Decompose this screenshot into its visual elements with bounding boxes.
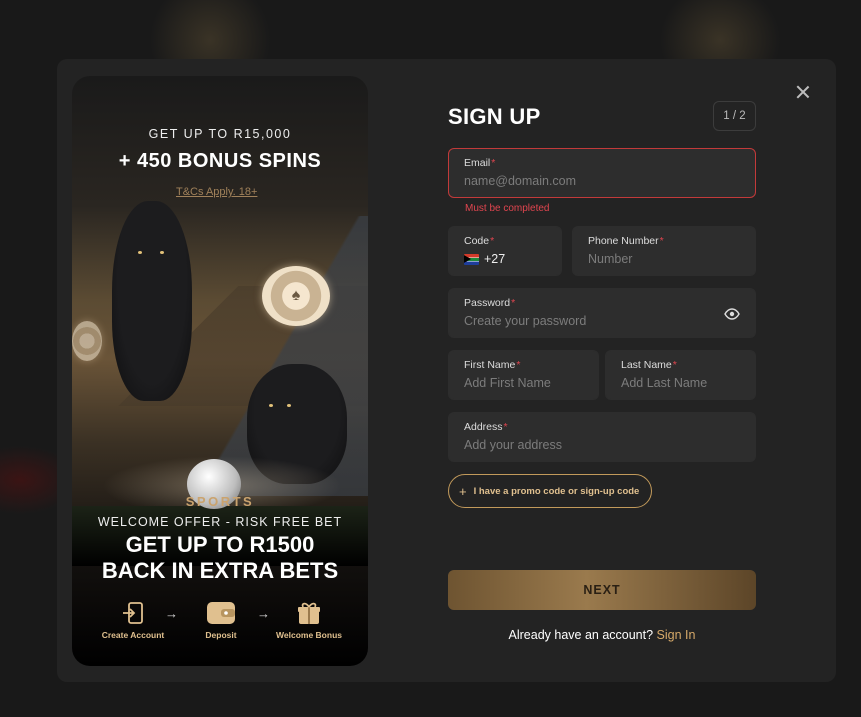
- country-code-value: +27: [484, 252, 506, 266]
- promo-main-offer: GET UP TO R1500 BACK IN EXTRA BETS: [72, 532, 368, 584]
- step-label: Create Account: [101, 630, 165, 640]
- code-label: Code: [464, 235, 490, 247]
- signup-modal: ♠ GET UP TO R15,000 + 450 BONUS SPINS T&…: [57, 59, 836, 682]
- password-input[interactable]: [464, 314, 704, 328]
- gift-icon: [298, 602, 320, 624]
- promo-banner: ♠ GET UP TO R15,000 + 450 BONUS SPINS T&…: [72, 76, 368, 666]
- step-indicator: 1 / 2: [713, 101, 756, 131]
- country-code-field[interactable]: Code* +27: [448, 226, 562, 276]
- step-label: Welcome Bonus: [276, 630, 342, 640]
- wallet-icon: [207, 602, 235, 624]
- password-field[interactable]: Password*: [448, 288, 756, 338]
- panther-image: [112, 201, 192, 401]
- email-input[interactable]: [464, 174, 740, 188]
- step-label: Deposit: [205, 630, 237, 640]
- step-deposit: Deposit: [176, 600, 266, 640]
- email-field[interactable]: Email*: [448, 148, 756, 198]
- password-label: Password: [464, 297, 511, 309]
- phone-field[interactable]: Phone Number*: [572, 226, 756, 276]
- next-button[interactable]: NEXT: [448, 570, 756, 610]
- step-welcome-bonus: Welcome Bonus: [264, 600, 354, 640]
- promo-offer-line: WELCOME OFFER - RISK FREE BET: [97, 515, 343, 529]
- promo-subheadline: GET UP TO R15,000: [148, 127, 292, 141]
- last-name-field[interactable]: Last Name*: [605, 350, 756, 400]
- promo-steps: Create Account → Deposit → Welcome Bonus: [72, 600, 368, 650]
- promo-headline: + 450 BONUS SPINS: [118, 150, 322, 172]
- phone-input[interactable]: [588, 252, 740, 266]
- address-field[interactable]: Address*: [448, 412, 756, 462]
- address-input[interactable]: [464, 438, 740, 452]
- email-error: Must be completed: [465, 203, 550, 214]
- show-password-icon[interactable]: [724, 307, 740, 325]
- phone-label: Phone Number: [588, 235, 659, 247]
- signin-link[interactable]: Sign In: [657, 628, 696, 642]
- promo-category: SPORTS: [185, 494, 255, 509]
- terms-link[interactable]: T&Cs Apply. 18+: [176, 186, 257, 198]
- page-title: SIGN UP: [448, 104, 541, 129]
- promo-main-line-2: BACK IN EXTRA BETS: [101, 558, 339, 583]
- casino-chip-icon: [72, 321, 102, 361]
- last-name-input[interactable]: [621, 376, 740, 390]
- plus-icon: +: [459, 483, 467, 499]
- signin-prompt: Already have an account? Sign In: [508, 628, 696, 642]
- first-name-input[interactable]: [464, 376, 583, 390]
- promo-code-label: I have a promo code or sign-up code: [473, 485, 640, 497]
- login-icon: [123, 602, 143, 624]
- promo-code-button[interactable]: + I have a promo code or sign-up code: [448, 474, 652, 508]
- casino-chip-icon: ♠: [262, 266, 330, 326]
- last-name-label: Last Name: [621, 359, 672, 371]
- south-africa-flag-icon: [464, 253, 479, 265]
- first-name-label: First Name: [464, 359, 516, 371]
- first-name-field[interactable]: First Name*: [448, 350, 599, 400]
- close-icon[interactable]: [794, 83, 812, 101]
- email-label: Email: [464, 157, 491, 169]
- address-label: Address: [464, 421, 503, 433]
- promo-main-line-1: GET UP TO R1500: [125, 532, 315, 557]
